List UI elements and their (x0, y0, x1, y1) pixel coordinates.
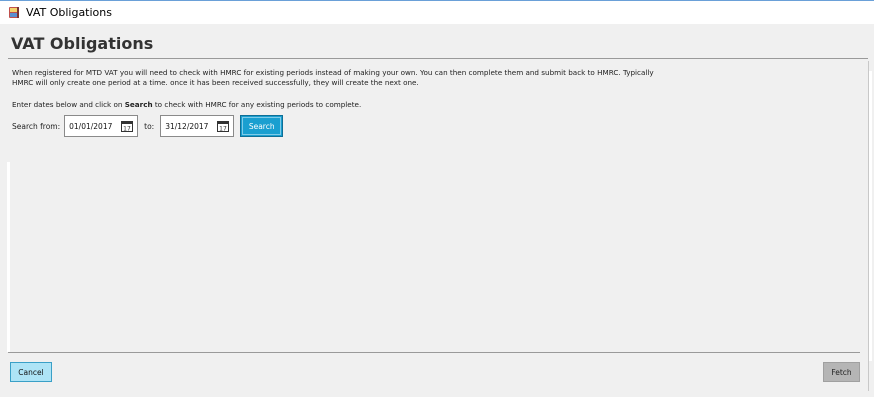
window-titlebar: VAT Obligations (0, 0, 874, 24)
to-label: to: (144, 121, 155, 131)
svg-text:17: 17 (123, 125, 131, 132)
app-book-icon (8, 6, 20, 19)
scrollbar-track[interactable] (869, 71, 872, 361)
instructions-post: to check with HMRC for any existing peri… (152, 100, 362, 109)
left-edge-strip (7, 162, 10, 352)
calendar-icon[interactable]: 17 (217, 120, 230, 132)
intro-line-2: HMRC will only create one period at a ti… (12, 78, 419, 87)
cancel-button[interactable]: Cancel (10, 362, 52, 382)
fetch-button[interactable]: Fetch (823, 362, 860, 382)
to-date-value[interactable]: 31/12/2017 (165, 122, 208, 131)
window-title: VAT Obligations (26, 6, 112, 19)
page-title: VAT Obligations (11, 34, 154, 53)
from-date-field[interactable]: 01/01/2017 17 (64, 115, 139, 137)
intro-line-1: When registered for MTD VAT you will nee… (12, 68, 654, 77)
main-panel: VAT Obligations When registered for MTD … (0, 25, 874, 397)
search-from-label: Search from: (12, 121, 61, 131)
svg-text:17: 17 (219, 125, 227, 132)
search-button[interactable]: Search (240, 115, 284, 137)
to-date-field[interactable]: 31/12/2017 17 (160, 115, 235, 137)
intro-text: When registered for MTD VAT you will nee… (12, 68, 732, 88)
calendar-icon[interactable]: 17 (121, 120, 134, 132)
title-divider (8, 58, 868, 59)
instructions-text: Enter dates below and click on Search to… (12, 100, 361, 109)
search-row: Search from: 01/01/2017 17 to: 31/12/201… (12, 114, 284, 138)
instructions-pre: Enter dates below and click on (12, 100, 125, 109)
instructions-bold: Search (124, 100, 153, 109)
from-date-value[interactable]: 01/01/2017 (69, 122, 112, 131)
footer-divider (8, 352, 860, 353)
